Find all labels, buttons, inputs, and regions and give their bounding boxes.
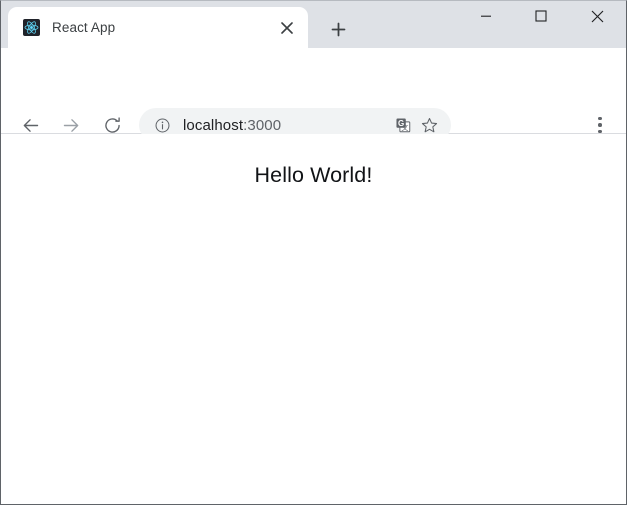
more-vertical-icon-dot [598,123,602,127]
browser-tab[interactable]: React App [8,7,308,48]
url-host: localhost [183,116,244,134]
page-heading: Hello World! [254,163,373,187]
plus-icon [331,22,345,36]
svg-text:G: G [398,118,404,127]
tab-strip: React App [1,1,626,48]
translate-icon[interactable]: 文 G [392,114,414,136]
new-tab-button[interactable] [324,15,352,43]
window-minimize-button[interactable] [463,1,508,31]
browser-toolbar: localhost:3000 文 G [1,48,626,142]
more-vertical-icon-dot [598,116,602,121]
tab-title: React App [52,20,116,35]
page-viewport: Hello World! [1,134,626,504]
star-outline-icon[interactable] [418,114,440,136]
reload-icon [104,116,120,133]
arrow-left-icon [23,118,38,132]
window-close-button[interactable] [575,1,620,31]
url-path: :3000 [243,116,282,134]
arrow-right-icon [63,118,78,132]
window-maximize-button[interactable] [518,1,563,31]
maximize-icon [534,10,547,22]
minimize-icon [480,15,491,17]
tab-close-icon[interactable] [275,16,299,40]
react-logo-icon [23,19,40,36]
close-icon [591,10,604,22]
more-vertical-icon-dot [598,129,602,134]
info-circle-icon[interactable] [153,116,171,134]
url-text[interactable]: localhost:3000 [183,117,392,134]
browser-window: React App localhost:3000 文 G Hello World… [0,0,627,505]
